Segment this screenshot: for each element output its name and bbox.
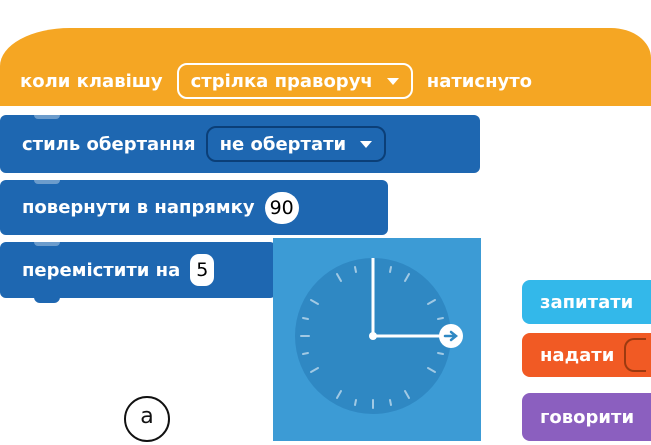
key-dropdown-value: стрілка праворуч [190,70,373,92]
steps-input[interactable]: 5 [190,254,215,286]
move-steps-block[interactable]: перемістити на 5 [0,242,276,303]
direction-input[interactable]: 90 [264,191,299,224]
join-slot[interactable] [624,338,647,372]
block-notch [34,180,60,184]
figure-label: а [124,396,170,442]
rotation-style-dropdown[interactable]: не обертати [205,126,387,162]
block-tab [34,297,60,303]
rotation-style-block[interactable]: стиль обертання не обертати [0,115,480,173]
ask-block[interactable]: запитати [522,280,651,324]
say-label: говорити [540,406,635,428]
figure-label-text: а [140,404,154,429]
point-in-direction-block[interactable]: повернути в напрямку 90 [0,180,388,235]
ask-label: запитати [540,291,634,313]
block-notch [34,242,60,246]
join-label: надати [540,344,615,366]
pressed-label: натиснуто [426,70,533,92]
move-label: перемістити на [22,259,181,281]
key-dropdown[interactable]: стрілка праворуч [176,63,413,99]
block-notch [34,115,60,119]
rotation-style-value: не обертати [219,133,347,155]
chevron-down-icon [360,140,373,148]
when-key-pressed-block[interactable]: коли клавішу стрілка праворуч натиснуто [0,28,651,106]
dial-graphic [295,258,463,414]
chevron-down-icon [386,77,399,85]
point-direction-label: повернути в напрямку [22,197,255,218]
rotation-style-label: стиль обертання [22,133,196,155]
join-block[interactable]: надати [522,333,651,377]
when-key-label: коли клавішу [20,70,163,92]
say-block[interactable]: говорити [522,393,651,441]
direction-dial[interactable] [273,238,481,441]
